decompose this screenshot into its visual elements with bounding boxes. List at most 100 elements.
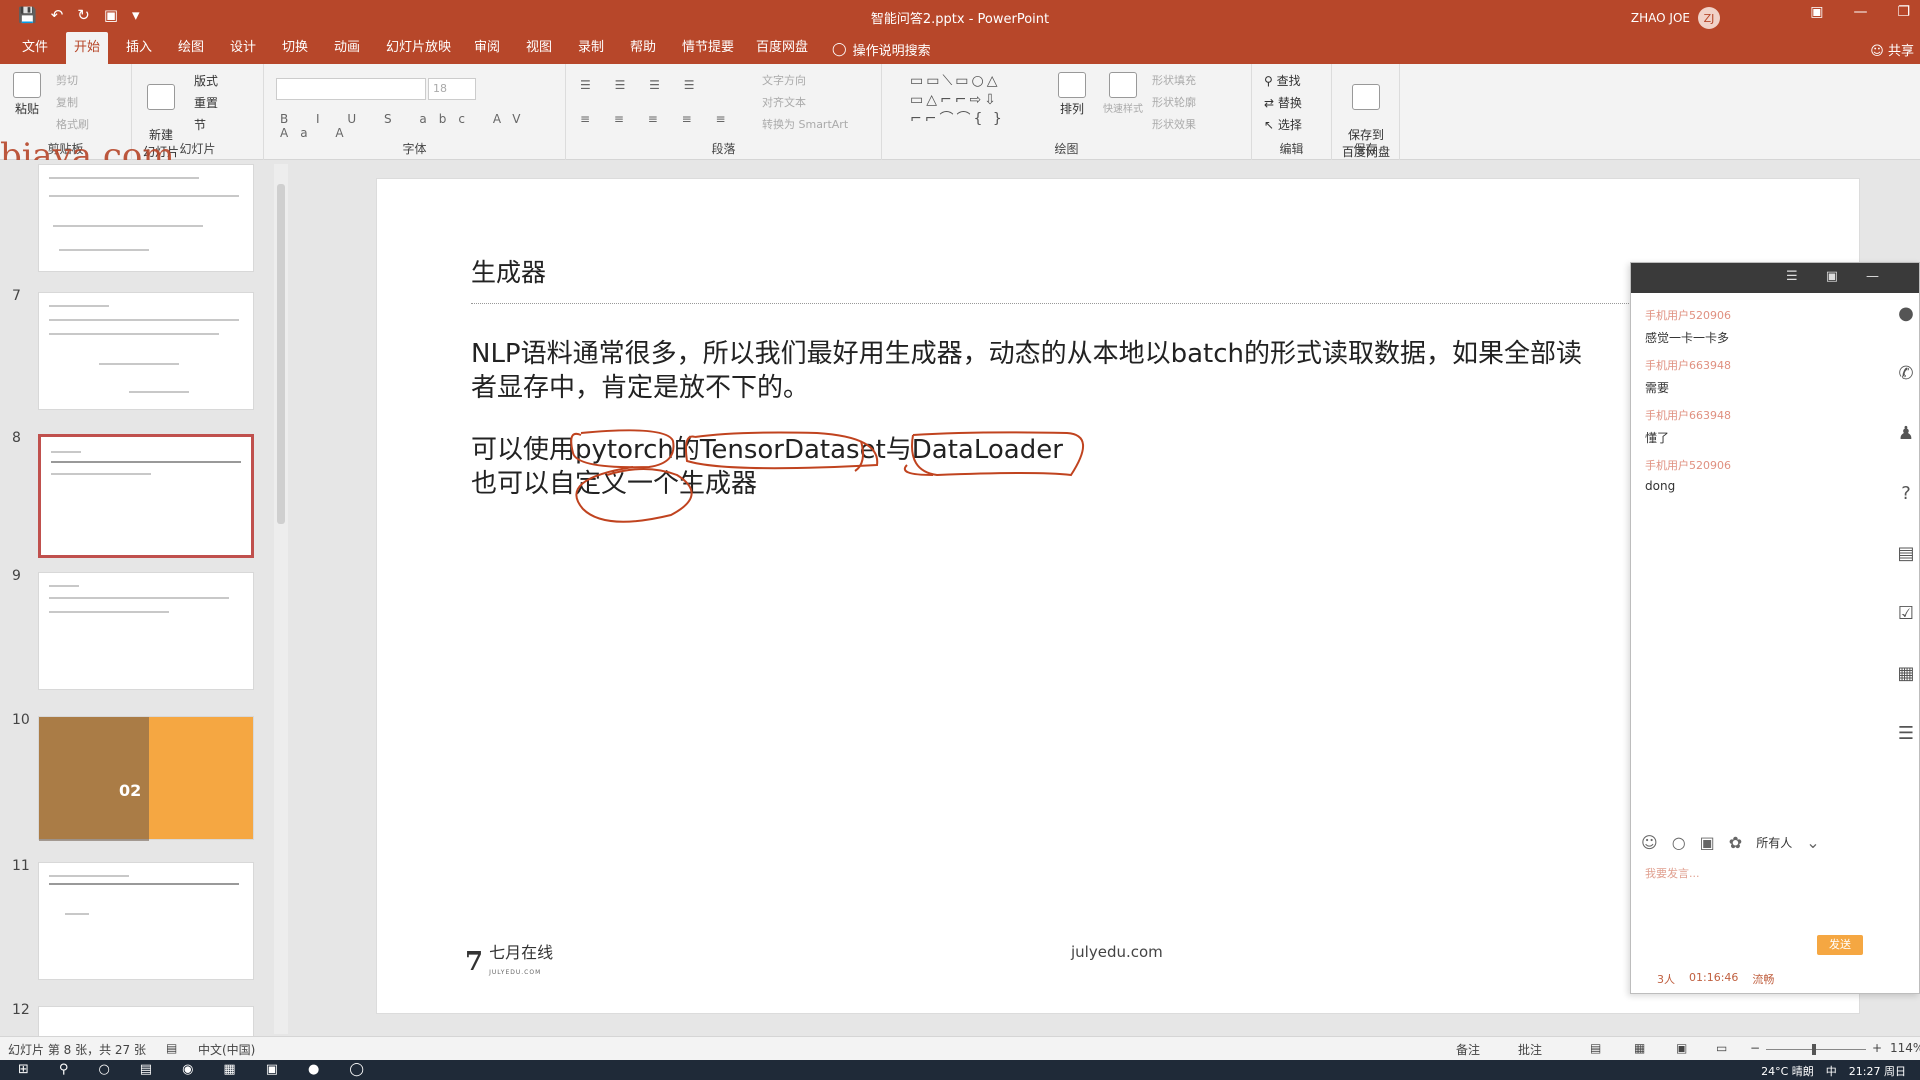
- restore-icon[interactable]: ❐: [1897, 4, 1910, 20]
- chrome-icon[interactable]: ◉: [182, 1062, 193, 1077]
- slide-thumbnail[interactable]: 02: [38, 716, 254, 841]
- user-icon[interactable]: ♟: [1891, 423, 1920, 483]
- shape-outline-button[interactable]: 形状轮廓: [1152, 94, 1196, 110]
- windows-taskbar: ⊞ ⚲ ○ ▤ ◉ ▦ ▣ ● ◯ 24°C 晴朗 中 21:27 周日: [0, 1060, 1920, 1080]
- slideshow-view-icon[interactable]: ▭: [1716, 1041, 1727, 1055]
- slide-thumbnail-selected[interactable]: [38, 434, 254, 558]
- smartart-button[interactable]: 转换为 SmartArt: [762, 116, 848, 132]
- powerpoint-icon[interactable]: ●: [308, 1062, 319, 1077]
- shapes-gallery[interactable]: ▭▭⟍▭○△ ▭△⌐⌐⇨⇩ ⌐⌐⌒⌒{ }: [910, 72, 1036, 132]
- copy-button[interactable]: 复制: [56, 94, 78, 110]
- chat-sender: 手机用户520906: [1645, 459, 1731, 472]
- slide-thumbnail[interactable]: [38, 572, 254, 690]
- align-buttons[interactable]: ≡ ≡ ≡ ≡ ≡: [580, 112, 736, 126]
- tab-insert[interactable]: 插入: [118, 32, 160, 64]
- tab-help[interactable]: 帮助: [622, 32, 664, 64]
- windows-start-icon[interactable]: ⊞: [18, 1062, 29, 1077]
- arrange-button[interactable]: 排列: [1052, 72, 1092, 117]
- image-icon[interactable]: ▣: [1700, 833, 1715, 852]
- zoom-in-icon[interactable]: +: [1872, 1041, 1882, 1055]
- slide-thumbnail[interactable]: [38, 862, 254, 980]
- app-icon[interactable]: ◯: [349, 1062, 364, 1077]
- list-icon[interactable]: ☰: [1891, 723, 1920, 783]
- weather[interactable]: 24°C 晴朗: [1761, 1063, 1814, 1079]
- share-button[interactable]: ☺ 共享: [1870, 40, 1914, 59]
- question-icon[interactable]: ?: [1891, 483, 1920, 543]
- tab-review[interactable]: 审阅: [466, 32, 508, 64]
- paste-button[interactable]: 粘贴: [10, 72, 44, 117]
- pycharm-icon[interactable]: ▣: [266, 1062, 278, 1077]
- comments-button[interactable]: 批注: [1518, 1041, 1542, 1058]
- taskbar-apps: ⊞ ⚲ ○ ▤ ◉ ▦ ▣ ● ◯: [18, 1062, 364, 1077]
- layout-button[interactable]: 版式: [194, 72, 218, 89]
- format-painter-button[interactable]: 格式刷: [56, 116, 89, 132]
- task-view-icon[interactable]: ○: [98, 1062, 109, 1077]
- folder-icon[interactable]: ▦: [223, 1062, 235, 1077]
- tab-baidu[interactable]: 百度网盘: [748, 32, 816, 64]
- user-account[interactable]: ZHAO JOE ZJ: [1631, 7, 1720, 29]
- minimize-icon[interactable]: —: [1866, 269, 1879, 293]
- zoom-level[interactable]: 114%: [1890, 1041, 1920, 1055]
- slide-thumbnail[interactable]: [38, 164, 254, 272]
- search-icon[interactable]: ⚲: [59, 1062, 69, 1077]
- flower-icon[interactable]: ✿: [1729, 833, 1742, 852]
- spellcheck-icon[interactable]: ▤: [166, 1041, 177, 1055]
- popout-icon[interactable]: ▣: [1826, 269, 1838, 293]
- align-text-button[interactable]: 对齐文本: [762, 94, 806, 110]
- doc-icon[interactable]: ▦: [1891, 663, 1920, 723]
- tab-animations[interactable]: 动画: [326, 32, 368, 64]
- notes-button[interactable]: 备注: [1456, 1041, 1480, 1058]
- replace-button[interactable]: ⇄ 替换: [1264, 94, 1302, 111]
- tab-view[interactable]: 视图: [518, 32, 560, 64]
- cut-button[interactable]: 剪切: [56, 72, 78, 88]
- minimize-icon[interactable]: —: [1853, 4, 1867, 20]
- menu-icon[interactable]: ☰: [1786, 269, 1798, 293]
- tab-design[interactable]: 设计: [222, 32, 264, 64]
- chat-icon[interactable]: ●: [1891, 303, 1920, 363]
- normal-view-icon[interactable]: ▤: [1590, 1041, 1601, 1055]
- find-button[interactable]: ⚲ 查找: [1264, 72, 1301, 89]
- zoom-slider[interactable]: [1766, 1049, 1866, 1050]
- tab-draw[interactable]: 绘图: [170, 32, 212, 64]
- font-name-input[interactable]: [276, 78, 426, 100]
- slide-sorter-icon[interactable]: ▦: [1634, 1041, 1645, 1055]
- font-format-buttons[interactable]: B I U S abc AV Aa A: [280, 112, 565, 140]
- tab-slideshow[interactable]: 幻灯片放映: [378, 32, 459, 64]
- reset-button[interactable]: 重置: [194, 94, 218, 111]
- clock[interactable]: 21:27 周日: [1849, 1063, 1906, 1079]
- shape-fill-button[interactable]: 形状填充: [1152, 72, 1196, 88]
- emoji-icon[interactable]: ☺: [1641, 833, 1658, 852]
- taskview-icon[interactable]: ▤: [140, 1062, 152, 1077]
- font-size-input[interactable]: 18: [428, 78, 476, 100]
- phone-icon[interactable]: ✆: [1891, 363, 1920, 423]
- tell-me-search[interactable]: ◯ 操作说明搜索: [832, 40, 931, 59]
- chat-input[interactable]: 我要发言...: [1645, 865, 1700, 881]
- chevron-down-icon[interactable]: ⌄: [1806, 833, 1819, 852]
- slide-thumbnail[interactable]: [38, 292, 254, 410]
- zoom-slider-handle[interactable]: [1812, 1044, 1816, 1055]
- quick-styles-button[interactable]: 快速样式: [1098, 72, 1148, 115]
- send-button[interactable]: 发送: [1817, 935, 1863, 955]
- thumbnails-scroll-thumb[interactable]: [277, 184, 285, 524]
- slide-thumbnail[interactable]: [38, 1006, 254, 1036]
- section-button[interactable]: 节: [194, 116, 206, 133]
- tab-storyboard[interactable]: 情节提要: [674, 32, 742, 64]
- tab-transitions[interactable]: 切换: [274, 32, 316, 64]
- list-buttons[interactable]: ☰ ☰ ☰ ☰: [580, 78, 704, 92]
- tab-home[interactable]: 开始: [66, 32, 109, 64]
- check-icon[interactable]: ☑: [1891, 603, 1920, 663]
- notes-icon[interactable]: ▤: [1891, 543, 1920, 603]
- bubble-icon[interactable]: ○: [1672, 833, 1686, 852]
- reading-view-icon[interactable]: ▣: [1676, 1041, 1687, 1055]
- recipient-select[interactable]: 所有人: [1756, 834, 1792, 851]
- text-direction-button[interactable]: 文字方向: [762, 72, 806, 88]
- tab-file[interactable]: 文件: [14, 32, 56, 64]
- shape-effects-button[interactable]: 形状效果: [1152, 116, 1196, 132]
- ime-indicator[interactable]: 中: [1826, 1063, 1837, 1079]
- language-indicator[interactable]: 中文(中国): [198, 1041, 255, 1058]
- tab-record[interactable]: 录制: [570, 32, 612, 64]
- ribbon-display-icon[interactable]: ▣: [1810, 4, 1823, 20]
- select-button[interactable]: ↖ 选择: [1264, 116, 1302, 133]
- quick-styles-label: 快速样式: [1103, 104, 1143, 115]
- zoom-out-icon[interactable]: −: [1750, 1041, 1760, 1055]
